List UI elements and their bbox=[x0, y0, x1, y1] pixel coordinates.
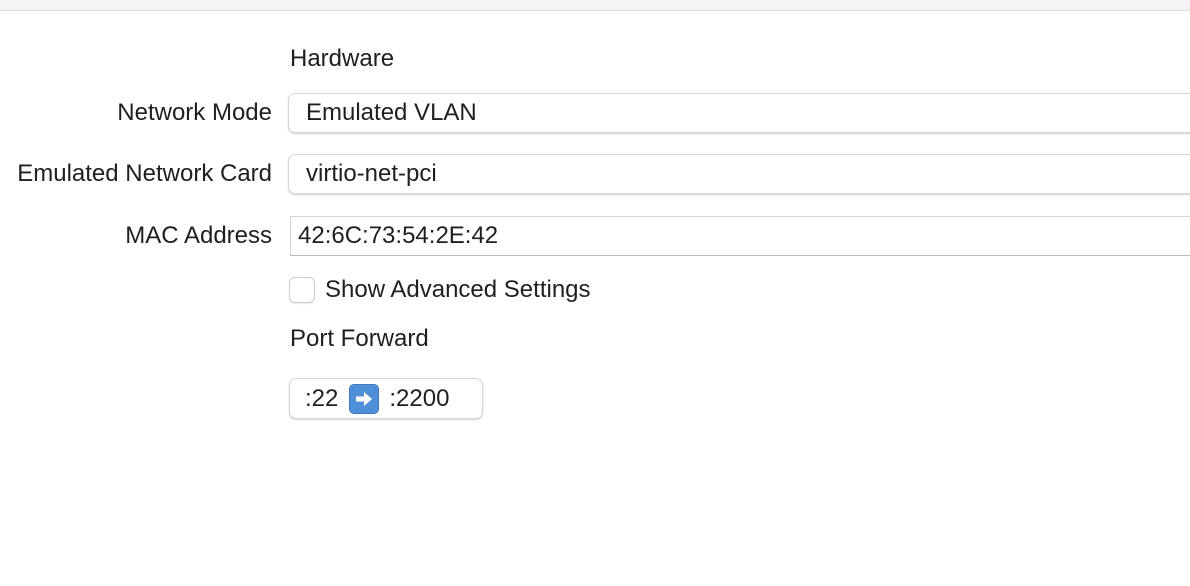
port-forward-entry[interactable]: :22 :2200 bbox=[289, 378, 483, 419]
mac-address-field[interactable]: 42:6C:73:54:2E:42 bbox=[290, 216, 1190, 256]
port-forward-heading: Port Forward bbox=[290, 325, 429, 352]
network-mode-popup[interactable]: Emulated VLAN bbox=[288, 93, 1190, 133]
network-mode-value: Emulated VLAN bbox=[306, 99, 477, 126]
network-card-value: virtio-net-pci bbox=[306, 160, 437, 187]
network-settings-pane: Hardware Network Mode Emulated VLAN Emul… bbox=[0, 0, 1190, 586]
advanced-settings-label: Show Advanced Settings bbox=[325, 276, 591, 303]
right-arrow-icon bbox=[349, 383, 380, 414]
network-mode-label: Network Mode bbox=[117, 99, 272, 126]
guest-port: :22 bbox=[305, 384, 339, 412]
mac-address-label: MAC Address bbox=[125, 222, 272, 249]
network-card-popup[interactable]: virtio-net-pci bbox=[288, 154, 1190, 194]
host-port: :2200 bbox=[389, 384, 450, 412]
advanced-settings-toggle[interactable]: Show Advanced Settings bbox=[289, 275, 591, 305]
advanced-settings-checkbox[interactable] bbox=[289, 277, 315, 303]
network-card-label: Emulated Network Card bbox=[17, 160, 272, 187]
hardware-heading: Hardware bbox=[290, 45, 395, 72]
mac-address-value: 42:6C:73:54:2E:42 bbox=[298, 222, 499, 249]
toolbar-edge bbox=[0, 0, 1190, 11]
